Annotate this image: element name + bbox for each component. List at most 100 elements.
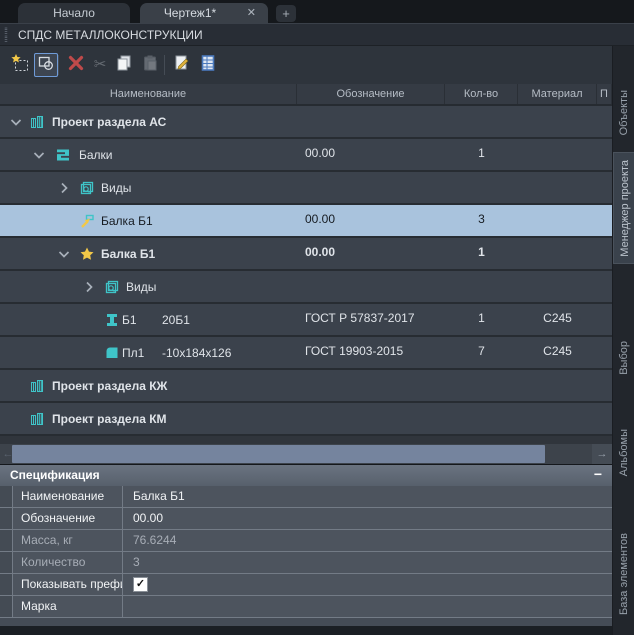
tree-row-material — [518, 172, 597, 203]
tree-row-material — [518, 403, 597, 434]
column-header-1[interactable]: Обозначение — [297, 84, 445, 104]
close-tab-icon[interactable]: ✕ — [247, 6, 256, 19]
scrollbar-thumb[interactable] — [12, 445, 545, 463]
tab-start-label: Начало — [53, 6, 95, 20]
property-gutter — [0, 530, 13, 551]
property-label: Масса, кг — [13, 530, 123, 551]
tree-row-quantity: 1 — [445, 304, 518, 335]
side-tab-1[interactable]: Менеджер проекта — [613, 152, 634, 264]
property-row-3: Количество3 — [0, 552, 612, 574]
chevron-right-icon[interactable] — [56, 180, 72, 196]
tree-row-3[interactable]: Балка Б100.003 — [0, 205, 612, 238]
side-tab-label: Выбор — [618, 341, 630, 375]
tree-row-designation: 00.00 — [297, 238, 445, 269]
tree-row-8[interactable]: Проект раздела КЖ — [0, 370, 612, 403]
tree-row-9[interactable]: Проект раздела КМ — [0, 403, 612, 436]
toolbar: ✂ — [0, 46, 612, 84]
building-icon — [29, 378, 45, 394]
property-value[interactable]: Балка Б1 — [123, 486, 612, 507]
property-gutter — [0, 508, 13, 529]
chevron-down-icon[interactable] — [56, 246, 72, 262]
tree-row-designation: 00.00 — [297, 139, 445, 170]
new-element-button[interactable] — [8, 53, 32, 77]
copy-button[interactable] — [112, 53, 136, 77]
tree-row-label: Балка Б1 — [101, 214, 153, 228]
tree-row-2[interactable]: Виды — [0, 172, 612, 205]
tree-row-designation: ГОСТ Р 57837-2017 — [297, 304, 445, 335]
column-header-2[interactable]: Кол-во — [445, 84, 518, 104]
tree-row-1[interactable]: Балки00.001 — [0, 139, 612, 172]
edit-document-icon — [173, 54, 191, 77]
side-tab-label: Менеджер проекта — [619, 160, 631, 257]
tree-row-name-cell: Проект раздела КЖ — [0, 370, 297, 401]
tree-row-designation — [297, 403, 445, 434]
tree-row-quantity — [445, 106, 518, 137]
new-tab-button[interactable]: + — [276, 5, 296, 22]
tree-row-material — [518, 238, 597, 269]
side-tab-0[interactable]: Объекты — [613, 78, 634, 148]
chevron-down-icon[interactable] — [31, 147, 47, 163]
tree-row-quantity: 1 — [445, 238, 518, 269]
tree-row-material — [518, 370, 597, 401]
delete-button[interactable] — [64, 53, 88, 77]
property-row-1: Обозначение00.00 — [0, 508, 612, 530]
beam-group-icon — [55, 147, 71, 163]
tree-row-material: С245 — [518, 337, 597, 368]
tree-row-label: Пл1 — [122, 346, 144, 360]
horizontal-scrollbar[interactable]: ← → — [0, 444, 612, 464]
tree-row-7[interactable]: Пл1-10x184x126ГОСТ 19903-20157С245 — [0, 337, 612, 370]
property-gutter — [0, 486, 13, 507]
property-grid: НаименованиеБалка Б1Обозначение00.00Масс… — [0, 486, 612, 618]
cut-button: ✂ — [88, 53, 112, 77]
chevron-right-icon[interactable] — [81, 279, 97, 295]
tree-row-label: Балки — [79, 148, 113, 162]
tree-row-6[interactable]: Б120Б1ГОСТ Р 57837-20171С245 — [0, 304, 612, 337]
bottom-strip — [0, 626, 612, 635]
tree-row-4[interactable]: Балка Б100.001 — [0, 238, 612, 271]
tree-row-designation — [297, 271, 445, 302]
tree-row-material — [518, 139, 597, 170]
scissors-icon: ✂ — [94, 56, 107, 74]
paste-button — [138, 53, 162, 77]
scroll-right-icon[interactable]: → — [592, 444, 612, 464]
panel-title: СПДС МЕТАЛЛОКОНСТРУКЦИИ — [18, 28, 203, 42]
property-value: 76.6244 — [123, 530, 612, 551]
building-icon — [29, 114, 45, 130]
chevron-down-icon[interactable] — [8, 114, 24, 130]
i-beam-icon — [104, 312, 120, 328]
edit-composition-button[interactable] — [170, 53, 194, 77]
collapse-panel-icon[interactable]: − — [594, 465, 602, 484]
tree-row-0[interactable]: Проект раздела АС — [0, 106, 612, 139]
table-icon — [199, 54, 217, 77]
specification-button[interactable] — [196, 53, 220, 77]
views-icon — [79, 180, 95, 196]
column-header-3[interactable]: Материал — [518, 84, 597, 104]
tree-row-label: Б1 — [122, 313, 137, 327]
specification-title: Спецификация — [10, 468, 100, 482]
toolbar-separator — [164, 55, 165, 75]
side-tab-label: Альбомы — [618, 429, 630, 476]
column-header-4[interactable]: П — [597, 84, 612, 104]
specification-header[interactable]: Спецификация − — [0, 465, 612, 486]
tree-row-material — [518, 205, 597, 236]
column-header-0[interactable]: Наименование — [0, 84, 297, 104]
tree-row-name-cell: Проект раздела АС — [0, 106, 297, 137]
tree-row-5[interactable]: Виды — [0, 271, 612, 304]
tab-start[interactable]: Начало — [18, 3, 130, 23]
property-value[interactable] — [123, 596, 612, 617]
property-label: Показывать префик... — [13, 574, 123, 595]
select-objects-button[interactable] — [34, 53, 58, 77]
property-value[interactable]: 00.00 — [123, 508, 612, 529]
project-tree: Проект раздела АСБалки00.001ВидыБалка Б1… — [0, 106, 612, 444]
show-prefix-checkbox[interactable]: ✓ — [133, 577, 148, 592]
side-tab-3[interactable]: Альбомы — [613, 418, 634, 488]
tree-row-label: Проект раздела КМ — [52, 412, 167, 426]
star-new-icon — [10, 53, 30, 78]
tab-drawing1[interactable]: Чертеж1* ✕ — [140, 3, 268, 23]
side-tab-2[interactable]: Выбор — [613, 324, 634, 392]
drag-grip-icon[interactable]: ⁞⁞⁞⁞ — [4, 27, 14, 43]
star-icon — [79, 246, 95, 262]
tree-row-name-cell: Виды — [0, 172, 297, 203]
side-tab-4[interactable]: База элементов — [613, 512, 634, 635]
property-value[interactable]: ✓ — [123, 574, 612, 595]
